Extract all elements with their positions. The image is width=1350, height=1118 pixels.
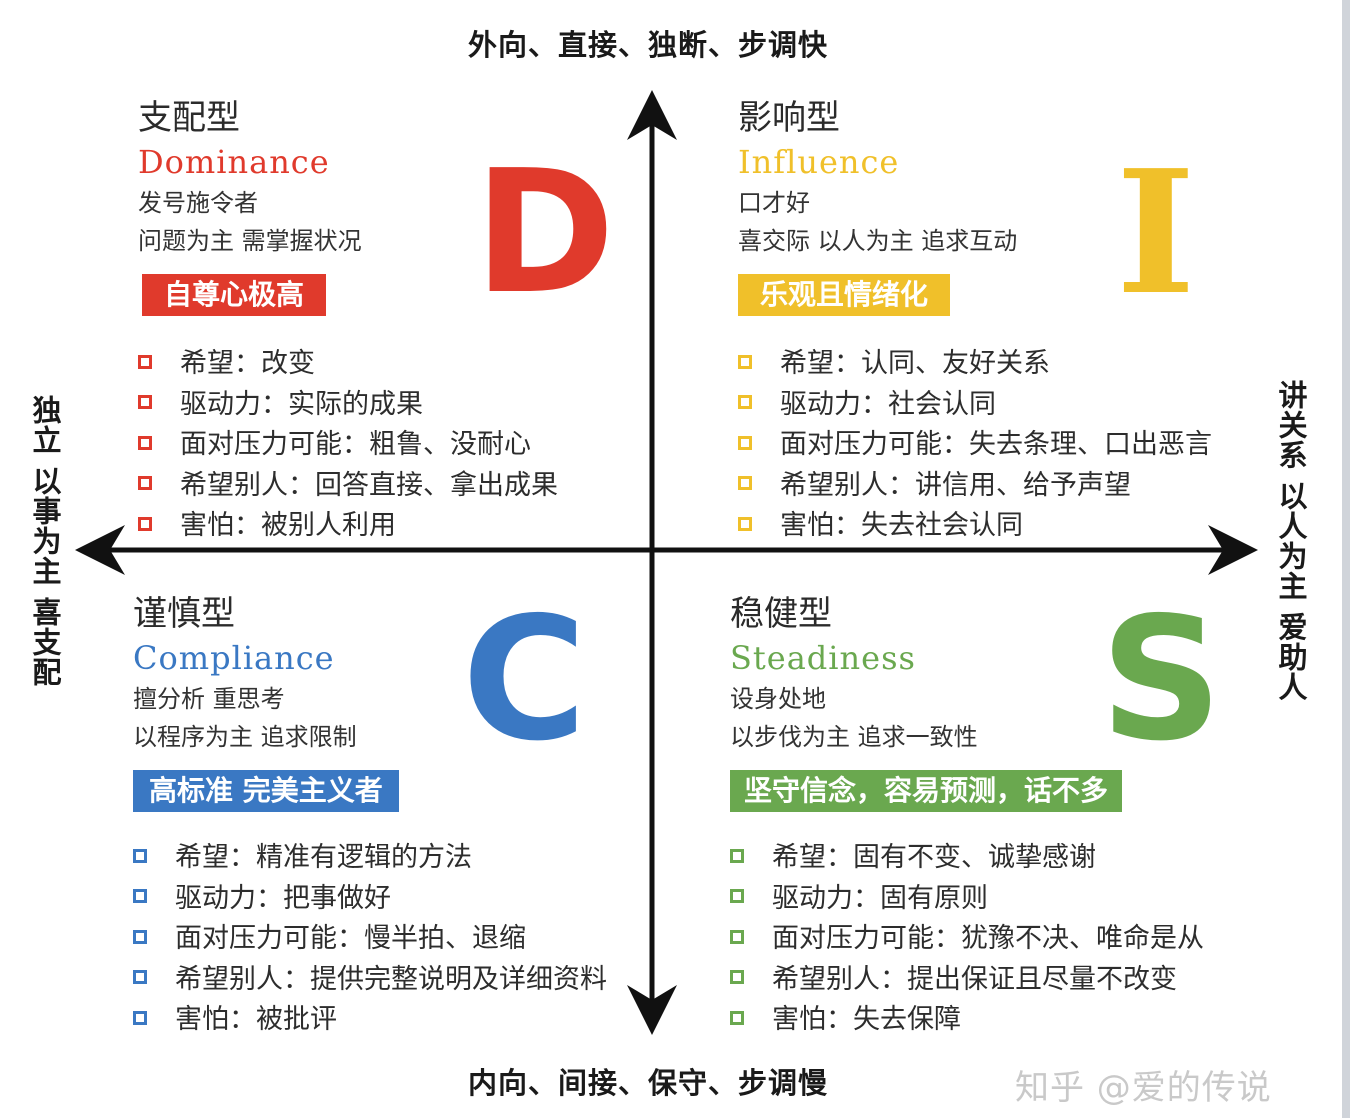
square-bullet-icon [738, 476, 752, 490]
square-bullet-icon [730, 929, 744, 944]
disc-diagram: 外向、直接、独断、步调快 内向、间接、保守、步调慢 独立 以事为主 喜支配 讲关… [0, 0, 1350, 1118]
quadrant-tag: 乐观且情绪化 [738, 274, 951, 316]
square-bullet-icon [133, 848, 147, 863]
axis-label-bottom: 内向、间接、保守、步调慢 [468, 1066, 829, 1100]
letter-s-icon: S [1100, 581, 1223, 779]
square-bullet-icon [138, 354, 152, 369]
letter-c-icon: C [462, 581, 587, 779]
list-item: 面对压力可能：失去条理、口出恶言 [738, 425, 1212, 466]
square-bullet-icon [138, 516, 152, 531]
square-bullet-icon [730, 889, 744, 903]
list-item: 希望：改变 [138, 344, 558, 385]
list-item: 希望别人：讲信用、给予声望 [738, 466, 1212, 507]
list-item: 希望：固有不变、诚挚感谢 [730, 838, 1204, 879]
list-item: 驱动力：把事做好 [133, 879, 607, 920]
list-item: 希望别人：回答直接、拿出成果 [138, 466, 558, 507]
list-item: 驱动力：社会认同 [738, 385, 1212, 426]
square-bullet-icon [738, 516, 752, 531]
square-bullet-icon [138, 395, 152, 409]
list-item: 害怕：被别人利用 [138, 506, 558, 547]
letter-i-icon: I [1116, 133, 1196, 333]
square-bullet-icon [138, 476, 152, 490]
square-bullet-icon [738, 354, 752, 369]
quadrant-list: 希望：精准有逻辑的方法 驱动力：把事做好 面对压力可能：慢半拍、退缩 希望别人：… [133, 838, 607, 1041]
list-item: 面对压力可能：粗鲁、没耐心 [138, 425, 558, 466]
axis-label-top: 外向、直接、独断、步调快 [468, 28, 829, 62]
square-bullet-icon [133, 970, 147, 984]
list-item: 害怕：被批评 [133, 1000, 607, 1041]
quadrant-tag: 高标准 完美主义者 [133, 770, 399, 812]
list-item: 驱动力：固有原则 [730, 879, 1204, 920]
square-bullet-icon [730, 970, 744, 984]
quadrant-list: 希望：固有不变、诚挚感谢 驱动力：固有原则 面对压力可能：犹豫不决、唯命是从 希… [730, 838, 1204, 1041]
square-bullet-icon [133, 1010, 147, 1025]
list-item: 面对压力可能：犹豫不决、唯命是从 [730, 919, 1204, 960]
axis-label-left: 独立 以事为主 喜支配 [28, 395, 62, 688]
window-edge [1342, 0, 1350, 1118]
list-item: 希望别人：提供完整说明及详细资料 [133, 960, 607, 1001]
quadrant-tag: 坚守信念，容易预测，话不多 [730, 770, 1123, 812]
square-bullet-icon [738, 395, 752, 409]
square-bullet-icon [138, 435, 152, 450]
square-bullet-icon [730, 848, 744, 863]
watermark: 知乎 @爱的传说 [1015, 1068, 1272, 1108]
list-item: 害怕：失去保障 [730, 1000, 1204, 1041]
list-item: 害怕：失去社会认同 [738, 506, 1212, 547]
square-bullet-icon [133, 929, 147, 944]
square-bullet-icon [133, 889, 147, 903]
list-item: 希望别人：提出保证且尽量不改变 [730, 960, 1204, 1001]
quadrant-tag: 自尊心极高 [142, 274, 327, 316]
quadrant-list: 希望：改变 驱动力：实际的成果 面对压力可能：粗鲁、没耐心 希望别人：回答直接、… [138, 344, 558, 547]
list-item: 面对压力可能：慢半拍、退缩 [133, 919, 607, 960]
list-item: 驱动力：实际的成果 [138, 385, 558, 426]
letter-d-icon: D [474, 134, 616, 332]
square-bullet-icon [730, 1010, 744, 1025]
quadrant-list: 希望：认同、友好关系 驱动力：社会认同 面对压力可能：失去条理、口出恶言 希望别… [738, 344, 1212, 547]
list-item: 希望：认同、友好关系 [738, 344, 1212, 385]
axis-label-right: 讲关系 以人为主 爱助人 [1274, 380, 1308, 703]
square-bullet-icon [738, 435, 752, 450]
list-item: 希望：精准有逻辑的方法 [133, 838, 607, 879]
